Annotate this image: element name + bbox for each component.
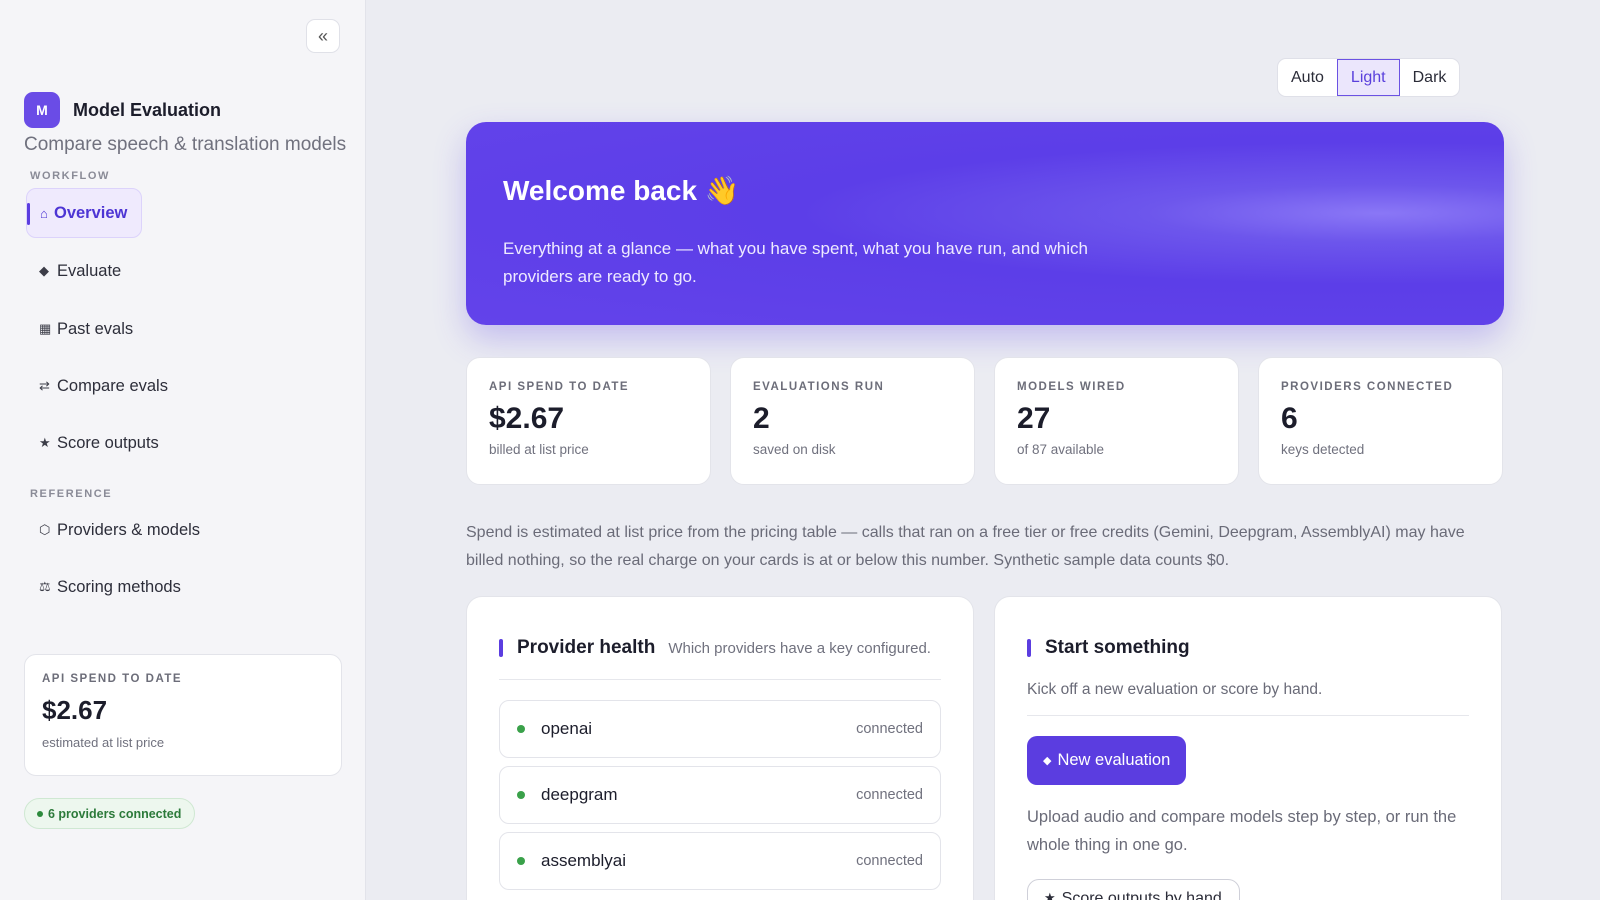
theme-light-button[interactable]: Light: [1336, 59, 1400, 96]
providers-status-badge: 6 providers connected: [24, 798, 196, 829]
sidebar-item-label: Overview: [54, 203, 128, 222]
provider-row-assemblyai: assemblyai connected: [499, 832, 941, 890]
divider: [499, 679, 941, 680]
brand-avatar: M: [24, 92, 60, 128]
provider-name: openai: [541, 719, 593, 738]
collapse-sidebar-button[interactable]: «: [306, 19, 340, 53]
sidebar-item-evaluate[interactable]: ◆ Evaluate: [26, 246, 121, 296]
brand-title: Model Evaluation: [73, 99, 222, 120]
spend-card-sub: estimated at list price: [42, 735, 165, 750]
swap-arrows-icon: ⇄: [39, 378, 50, 393]
sidebar-item-label: Score outputs: [57, 433, 159, 452]
sidebar-item-scoring-methods[interactable]: ⚖ Scoring methods: [26, 562, 181, 612]
stat-label: MODELS WIRED: [1017, 381, 1126, 393]
button-label: New evaluation: [1057, 751, 1171, 769]
button-label: Score outputs by hand: [1061, 890, 1222, 900]
sidebar: « M Model Evaluation Compare speech & tr…: [0, 0, 366, 900]
spend-note: Spend is estimated at list price from th…: [466, 524, 1465, 569]
sidebar-item-providers-models[interactable]: ⬡ Providers & models: [26, 505, 200, 555]
brand-subtitle: Compare speech & translation models: [24, 134, 347, 155]
panel-header: Start something: [1027, 637, 1190, 659]
hexagon-icon: ⬡: [39, 522, 51, 537]
stat-sub: keys detected: [1281, 442, 1365, 457]
provider-status: connected: [856, 853, 923, 869]
sidebar-item-label: Compare evals: [57, 376, 168, 395]
grid-icon: ▦: [39, 321, 52, 336]
stat-label: EVALUATIONS RUN: [753, 381, 885, 393]
panel-title: Start something: [1045, 637, 1190, 658]
sidebar-item-label: Providers & models: [57, 520, 201, 539]
welcome-hero: Welcome back 👋 Everything at a glance — …: [466, 122, 1504, 325]
provider-status: connected: [856, 721, 923, 737]
reference-section-label: REFERENCE: [30, 488, 113, 500]
stat-card-models-wired: MODELS WIRED 27 of 87 available: [994, 357, 1239, 485]
sidebar-item-label: Scoring methods: [57, 577, 181, 596]
brand: M Model Evaluation: [24, 92, 221, 128]
home-icon: ⌂: [40, 205, 48, 221]
hero-text: Everything at a glance — what you have s…: [503, 239, 1088, 286]
new-evaluation-button[interactable]: ◆ New evaluation: [1027, 736, 1187, 785]
stat-value: 6: [1281, 402, 1298, 435]
stat-label: PROVIDERS CONNECTED: [1281, 381, 1454, 393]
panel-subtitle: Kick off a new evaluation or score by ha…: [1027, 681, 1323, 698]
provider-status: connected: [856, 787, 923, 803]
sidebar-item-label: Evaluate: [57, 261, 122, 280]
sidebar-item-score-outputs[interactable]: ★ Score outputs: [26, 418, 159, 468]
star-icon: ★: [1044, 890, 1056, 900]
stat-sub: of 87 available: [1017, 442, 1105, 457]
workflow-section-label: WORKFLOW: [30, 170, 111, 182]
provider-name: deepgram: [541, 785, 618, 804]
diamond-icon: ◆: [1043, 755, 1052, 767]
star-icon: ★: [39, 435, 51, 450]
stat-label: API SPEND TO DATE: [489, 381, 630, 393]
panel-hint: Which providers have a key configured.: [668, 640, 931, 657]
theme-auto-button[interactable]: Auto: [1278, 59, 1337, 96]
sidebar-item-label: Past evals: [57, 319, 134, 338]
status-dot-icon: [517, 725, 525, 733]
stat-value: $2.67: [489, 402, 565, 435]
provider-row-deepgram: deepgram connected: [499, 766, 941, 824]
stat-sub: billed at list price: [489, 442, 589, 457]
theme-toggle: Auto Light Dark: [1277, 58, 1461, 97]
provider-row-openai: openai connected: [499, 700, 941, 758]
providers-status-text: 6 providers connected: [48, 806, 182, 821]
panel-title: Provider health: [517, 637, 656, 658]
provider-name: assemblyai: [541, 851, 627, 870]
stat-card-providers-connected: PROVIDERS CONNECTED 6 keys detected: [1258, 357, 1503, 485]
stat-value: 2: [753, 402, 770, 435]
stat-card-evaluations-run: EVALUATIONS RUN 2 saved on disk: [730, 357, 975, 485]
scales-icon: ⚖: [39, 579, 51, 594]
panel-header: Provider health Which providers have a k…: [499, 637, 931, 659]
sidebar-spend-card: API SPEND TO DATE $2.67 estimated at lis…: [24, 654, 342, 776]
theme-dark-button[interactable]: Dark: [1400, 59, 1460, 96]
sidebar-item-overview[interactable]: ⌂ Overview: [26, 188, 142, 238]
sidebar-item-compare-evals[interactable]: ⇄ Compare evals: [26, 361, 168, 411]
score-by-hand-button[interactable]: ★ Score outputs by hand: [1027, 879, 1240, 900]
status-dot-icon: [517, 857, 525, 865]
spend-card-value: $2.67: [42, 695, 108, 725]
status-dot-icon: [517, 791, 525, 799]
divider: [1027, 715, 1469, 716]
stat-sub: saved on disk: [753, 442, 836, 457]
double-chevron-left-icon: «: [317, 25, 328, 46]
sidebar-item-past-evals[interactable]: ▦ Past evals: [26, 304, 133, 354]
diamond-icon: ◆: [39, 263, 49, 278]
hero-title: Welcome back 👋: [503, 175, 740, 206]
stat-value: 27: [1017, 402, 1051, 435]
provider-health-panel: Provider health Which providers have a k…: [466, 596, 974, 900]
start-something-panel: Start something Kick off a new evaluatio…: [994, 596, 1502, 900]
stat-card-api-spend: API SPEND TO DATE $2.67 billed at list p…: [466, 357, 711, 485]
panel-description: Upload audio and compare models step by …: [1027, 808, 1457, 854]
spend-card-label: API SPEND TO DATE: [42, 673, 183, 685]
status-dot-icon: [37, 810, 43, 817]
